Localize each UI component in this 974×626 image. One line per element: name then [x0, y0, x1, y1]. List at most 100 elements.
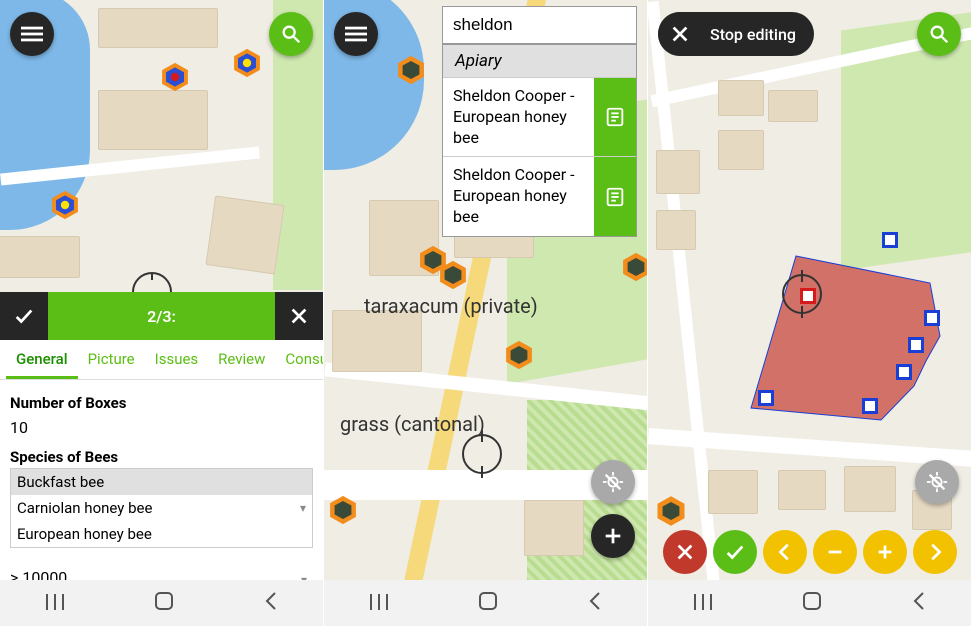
polygon-vertex[interactable]	[896, 364, 912, 380]
tab-issues[interactable]: Issues	[145, 340, 209, 379]
polygon-vertex[interactable]	[862, 398, 878, 414]
tab-picture[interactable]: Picture	[78, 340, 145, 379]
search-input[interactable]	[443, 7, 636, 43]
prev-vertex-button[interactable]	[763, 530, 807, 574]
search-result-row[interactable]: Sheldon Cooper - European honey bee	[443, 156, 636, 235]
apiary-marker[interactable]	[48, 190, 82, 220]
building	[656, 150, 700, 194]
cancel-edit-button[interactable]	[663, 530, 707, 574]
screen-edit: Stop editing	[648, 0, 972, 626]
tab-consumption[interactable]: Consumption	[275, 340, 323, 379]
apiary-marker[interactable]	[654, 496, 688, 526]
back-button[interactable]	[911, 591, 927, 616]
hexagon-icon	[326, 495, 360, 525]
home-button[interactable]	[478, 591, 498, 616]
crosshair-icon	[462, 434, 502, 474]
hamburger-icon	[21, 23, 43, 45]
cancel-button[interactable]	[275, 292, 323, 340]
result-group-header: Apiary	[443, 45, 636, 77]
result-text: Sheldon Cooper - European honey bee	[443, 157, 594, 235]
apiary-marker[interactable]	[394, 55, 428, 85]
hexagon-icon	[619, 252, 648, 282]
species-label: Species of Bees	[10, 448, 313, 466]
apiary-marker[interactable]	[502, 340, 536, 370]
hexagon-icon	[230, 48, 264, 78]
building	[205, 195, 284, 274]
polygon-vertex[interactable]	[908, 337, 924, 353]
search-button[interactable]	[917, 12, 961, 56]
species-select[interactable]: ▾ Buckfast beeCarniolan honey beeEuropean…	[10, 468, 313, 548]
confirm-button[interactable]	[0, 292, 48, 340]
android-navbar	[324, 580, 647, 626]
back-button[interactable]	[587, 591, 603, 616]
form-icon	[604, 106, 626, 128]
hexagon-icon	[394, 55, 428, 85]
building	[778, 470, 826, 510]
home-icon	[802, 591, 822, 611]
chevron-down-icon: ▾	[300, 501, 306, 515]
recent-button[interactable]	[368, 591, 390, 615]
tab-general[interactable]: General	[6, 340, 78, 379]
apiary-marker[interactable]	[326, 495, 360, 525]
back-button[interactable]	[263, 591, 279, 616]
form-tabs: GeneralPictureIssuesReviewConsumption	[0, 340, 323, 380]
species-option[interactable]: Carniolan honey bee	[11, 495, 312, 521]
apiary-marker[interactable]	[436, 260, 470, 290]
home-button[interactable]	[802, 591, 822, 616]
apiary-marker[interactable]	[619, 252, 648, 282]
edit-polygon[interactable]	[668, 210, 968, 460]
stop-editing-button[interactable]: Stop editing	[658, 12, 814, 56]
confirm-edit-button[interactable]	[713, 530, 757, 574]
tab-review[interactable]: Review	[208, 340, 275, 379]
apiary-marker[interactable]	[230, 48, 264, 78]
boxes-value[interactable]: 10	[10, 414, 313, 442]
search-result-row[interactable]: Sheldon Cooper - European honey bee	[443, 77, 636, 156]
search-results: Apiary Sheldon Cooper - European honey b…	[442, 44, 637, 237]
building	[332, 310, 422, 372]
gps-button[interactable]	[591, 460, 635, 504]
result-text: Sheldon Cooper - European honey bee	[443, 78, 594, 156]
close-icon	[288, 305, 310, 327]
species-option[interactable]: European honey bee	[11, 521, 312, 547]
back-icon	[587, 591, 603, 611]
menu-button[interactable]	[10, 12, 54, 56]
search-icon	[280, 23, 302, 45]
add-button[interactable]	[591, 514, 635, 558]
back-icon	[911, 591, 927, 611]
boxes-label: Number of Boxes	[10, 394, 313, 412]
add-vertex-button[interactable]	[863, 530, 907, 574]
screen-search: Apiary Sheldon Cooper - European honey b…	[324, 0, 648, 626]
polygon-vertex[interactable]	[924, 310, 940, 326]
open-form-button[interactable]	[594, 157, 636, 235]
polygon-vertex[interactable]	[882, 232, 898, 248]
plus-icon	[874, 541, 896, 563]
gps-off-icon	[602, 471, 624, 493]
polygon-vertex[interactable]	[758, 390, 774, 406]
search-box[interactable]	[442, 6, 637, 44]
hexagon-icon	[502, 340, 536, 370]
home-button[interactable]	[154, 591, 174, 616]
building	[844, 466, 896, 512]
recent-button[interactable]	[692, 591, 714, 615]
building	[524, 500, 584, 556]
chevron-left-icon	[774, 541, 796, 563]
gps-button[interactable]	[915, 460, 959, 504]
check-icon	[13, 305, 35, 327]
building	[0, 236, 80, 278]
recent-button[interactable]	[44, 591, 66, 615]
hexagon-icon	[436, 260, 470, 290]
feature-counter: 2/3:	[48, 292, 275, 340]
species-option[interactable]: Buckfast bee	[11, 469, 312, 495]
map-label: taraxacum (private)	[364, 294, 538, 318]
search-button[interactable]	[269, 12, 313, 56]
home-icon	[478, 591, 498, 611]
recent-icon	[368, 594, 390, 610]
remove-vertex-button[interactable]	[813, 530, 857, 574]
close-button[interactable]	[658, 12, 702, 56]
next-vertex-button[interactable]	[913, 530, 957, 574]
close-icon	[674, 541, 696, 563]
building	[708, 470, 758, 514]
menu-button[interactable]	[334, 12, 378, 56]
apiary-marker[interactable]	[158, 62, 192, 92]
open-form-button[interactable]	[594, 78, 636, 156]
